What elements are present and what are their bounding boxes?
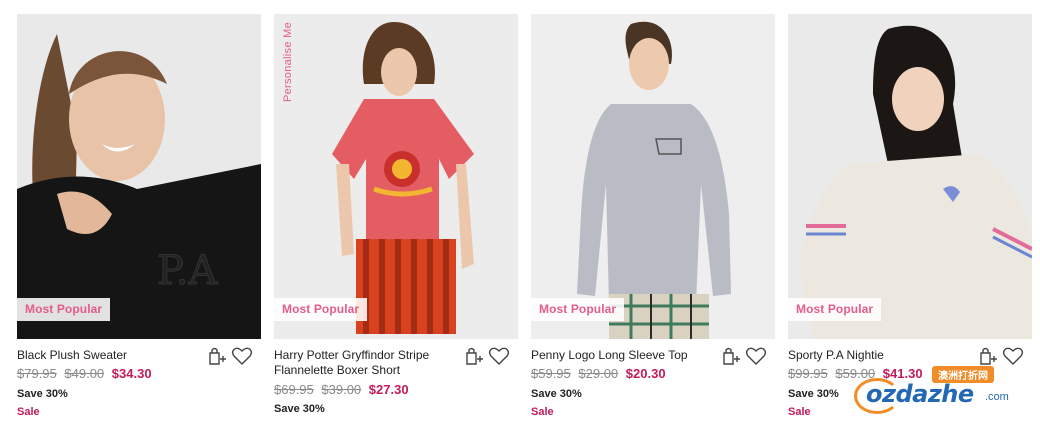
most-popular-badge: Most Popular xyxy=(531,298,625,321)
add-to-bag-icon[interactable] xyxy=(462,345,484,367)
sale-label: Sale xyxy=(531,406,554,418)
save-label: Save 30% xyxy=(274,403,325,415)
product-image[interactable]: Personalise Me Most Popular xyxy=(274,14,518,339)
original-price: $59.95 xyxy=(531,366,571,381)
price-row: $79.95 $49.00 $34.30 xyxy=(17,366,152,381)
price-row: $69.95 $39.00 $27.30 xyxy=(274,382,409,397)
sale-label: Sale xyxy=(17,406,40,418)
most-popular-badge: Most Popular xyxy=(17,298,111,321)
product-card[interactable]: Most Popular Penny Logo Long Sleeve Top … xyxy=(531,14,775,429)
watermark-domain: .com xyxy=(985,391,1009,403)
sale-price: $34.30 xyxy=(111,366,152,381)
product-info: Black Plush Sweater $79.95 $49.00 $34.30… xyxy=(17,339,261,429)
heart-icon[interactable] xyxy=(745,345,767,367)
previous-price: $29.00 xyxy=(578,366,619,381)
product-actions xyxy=(462,345,510,367)
previous-price: $39.00 xyxy=(321,382,362,397)
product-image[interactable]: Most Popular xyxy=(788,14,1032,339)
heart-icon[interactable] xyxy=(231,345,253,367)
sale-price: $20.30 xyxy=(625,366,666,381)
most-popular-badge: Most Popular xyxy=(274,298,368,321)
product-actions xyxy=(719,345,767,367)
save-label: Save 30% xyxy=(788,388,839,400)
product-name[interactable]: Sporty P.A Nightie xyxy=(788,348,976,363)
original-price: $79.95 xyxy=(17,366,57,381)
product-image[interactable]: Most Popular xyxy=(531,14,775,339)
product-name[interactable]: Black Plush Sweater xyxy=(17,348,205,363)
sale-price: $27.30 xyxy=(368,382,409,397)
watermark-logo: 澳洲打折网 ozdazhe .com xyxy=(852,364,1027,414)
sale-label: Sale xyxy=(788,406,811,418)
most-popular-badge: Most Popular xyxy=(788,298,882,321)
product-info: Harry Potter Gryffindor Stripe Flannelet… xyxy=(274,339,518,429)
product-card[interactable]: P.A Most Popular Black Plush Sweater $79… xyxy=(17,14,261,429)
product-actions xyxy=(205,345,253,367)
original-price: $99.95 xyxy=(788,366,828,381)
watermark-brand: ozdazhe xyxy=(866,380,974,408)
heart-icon[interactable] xyxy=(488,345,510,367)
personalise-me-tag[interactable]: Personalise Me xyxy=(282,22,294,102)
add-to-bag-icon[interactable] xyxy=(719,345,741,367)
product-card[interactable]: Personalise Me Most Popular Harry Potter… xyxy=(274,14,518,429)
save-label: Save 30% xyxy=(17,388,68,400)
original-price: $69.95 xyxy=(274,382,314,397)
product-image[interactable]: P.A Most Popular xyxy=(17,14,261,339)
svg-text:P.A: P.A xyxy=(157,248,219,294)
product-info: Penny Logo Long Sleeve Top $59.95 $29.00… xyxy=(531,339,775,429)
price-row: $59.95 $29.00 $20.30 xyxy=(531,366,666,381)
product-name[interactable]: Penny Logo Long Sleeve Top xyxy=(531,348,719,363)
previous-price: $49.00 xyxy=(64,366,105,381)
save-label: Save 30% xyxy=(531,388,582,400)
product-name[interactable]: Harry Potter Gryffindor Stripe Flannelet… xyxy=(274,348,462,378)
add-to-bag-icon[interactable] xyxy=(205,345,227,367)
